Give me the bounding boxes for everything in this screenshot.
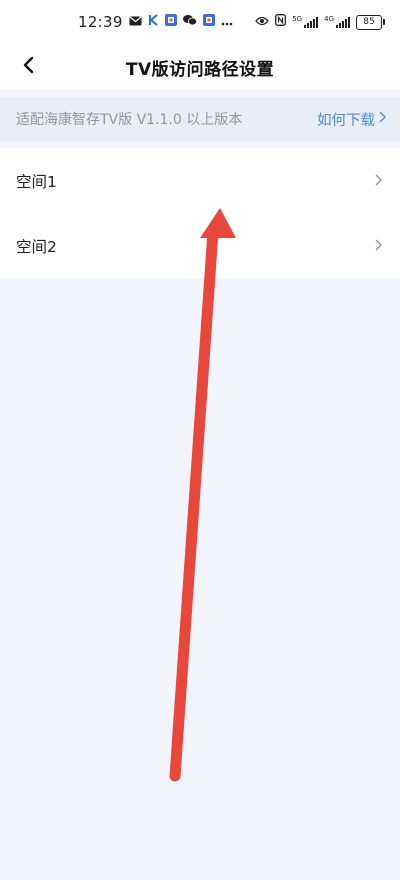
app-k-icon xyxy=(148,14,159,30)
signal-5g-icon: 5G xyxy=(292,16,319,28)
page-title: TV版访问路径设置 xyxy=(125,59,275,80)
list-item-space-2[interactable]: 空间2 xyxy=(0,213,400,278)
status-time: 12:39 xyxy=(78,13,123,31)
how-to-download-link[interactable]: 如何下载 xyxy=(317,109,386,130)
back-button[interactable] xyxy=(10,49,46,85)
space-2-label: 空间2 xyxy=(16,237,57,256)
chevron-left-icon xyxy=(22,56,34,78)
nav-header: TV版访问路径设置 xyxy=(0,44,400,90)
nfc-icon xyxy=(275,14,287,30)
battery-icon: 85 xyxy=(356,14,385,30)
chevron-right-icon xyxy=(379,111,386,127)
eye-icon xyxy=(255,14,270,30)
version-notice-text: 适配海康智存TV版 V1.1.0 以上版本 xyxy=(16,112,243,128)
chevron-right-icon xyxy=(375,171,382,190)
mail-icon xyxy=(129,14,142,30)
space-list: 空间1 空间2 xyxy=(0,148,400,278)
list-item-space-1[interactable]: 空间1 xyxy=(0,148,400,213)
annotation-arrow-shaft xyxy=(169,226,219,782)
status-right: 5G 4G 85 xyxy=(255,14,385,30)
more-notifications-icon xyxy=(221,14,233,30)
signal-4g-icon: 4G xyxy=(324,16,350,28)
battery-level: 85 xyxy=(363,16,375,27)
status-bar: 12:39 5G 4G 85 xyxy=(0,0,400,44)
app-square-icon-2 xyxy=(202,14,215,30)
version-notice-bar: 适配海康智存TV版 V1.1.0 以上版本 如何下载 xyxy=(0,97,400,141)
chat-icon xyxy=(182,14,197,30)
chevron-right-icon xyxy=(375,236,382,255)
space-1-label: 空间1 xyxy=(16,172,57,191)
app-square-icon-1 xyxy=(164,14,177,30)
how-to-download-label: 如何下载 xyxy=(317,112,375,129)
status-left: 12:39 xyxy=(78,13,233,31)
